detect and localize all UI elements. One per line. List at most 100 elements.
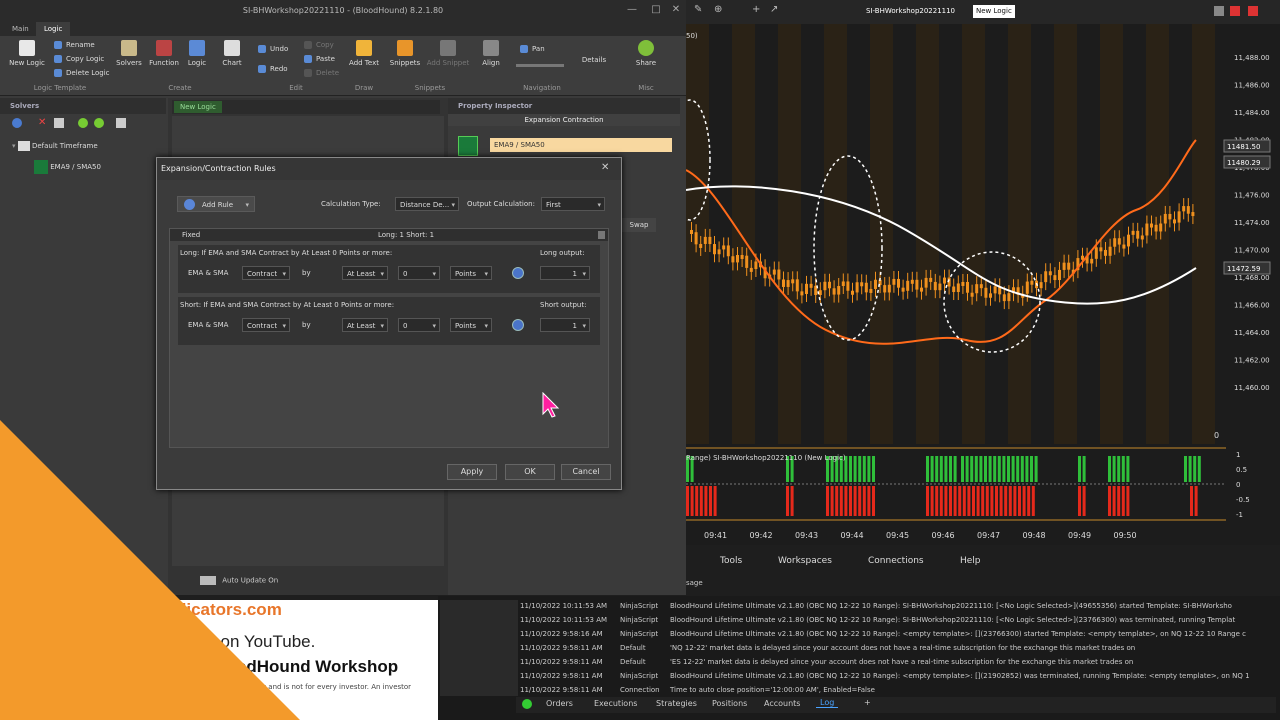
- crosshair-icon[interactable]: +: [752, 4, 760, 15]
- add-text-button[interactable]: Add Text: [346, 40, 382, 67]
- delete-logic-button[interactable]: Delete Logic: [54, 66, 110, 80]
- chart-button[interactable]: Chart: [218, 40, 246, 67]
- pan-button[interactable]: Pan: [520, 42, 545, 56]
- long-output-stepper[interactable]: 1: [540, 266, 590, 281]
- go-icon[interactable]: [512, 267, 524, 279]
- swap-button[interactable]: Swap: [622, 218, 656, 232]
- tab-executions[interactable]: Executions: [594, 699, 637, 708]
- tab-main[interactable]: Main: [4, 22, 37, 36]
- short-cmp-select[interactable]: At Least: [342, 318, 388, 333]
- tab-positions[interactable]: Positions: [712, 699, 747, 708]
- tab-log[interactable]: Log: [816, 698, 839, 708]
- signal-bar-short: [690, 486, 694, 516]
- price-chart[interactable]: 11,488.0011,486.0011,484.0011,482.0011,4…: [669, 0, 1280, 545]
- add-rule-button[interactable]: Add Rule ▾: [177, 196, 255, 212]
- add-tab-button[interactable]: +: [864, 698, 871, 707]
- time-label: 09:41: [704, 531, 727, 540]
- long-cmp-select[interactable]: At Least: [342, 266, 388, 281]
- session-band: [1192, 24, 1215, 444]
- short-mode-select[interactable]: Contract: [242, 318, 290, 333]
- add-snippet-button[interactable]: Add Snippet: [426, 40, 470, 67]
- trash-icon[interactable]: [598, 231, 605, 239]
- add-solver-icon[interactable]: [12, 118, 22, 128]
- minimize-icon[interactable]: [1214, 6, 1224, 16]
- candle-body: [740, 254, 744, 259]
- move-up-icon[interactable]: [78, 118, 88, 128]
- ok-button[interactable]: OK: [505, 464, 555, 480]
- minimize-icon[interactable]: —: [622, 4, 642, 15]
- menu-connections[interactable]: Connections: [868, 556, 924, 566]
- solvers-button[interactable]: Solvers: [114, 40, 144, 67]
- tab-logic[interactable]: Logic: [36, 22, 71, 36]
- draw-icon[interactable]: ↗: [770, 4, 778, 15]
- candle-body: [855, 282, 859, 293]
- signal-bar-short: [958, 486, 962, 516]
- long-mode-select[interactable]: Contract: [242, 266, 290, 281]
- paste-button[interactable]: Paste: [304, 52, 335, 66]
- tab-accounts[interactable]: Accounts: [764, 699, 800, 708]
- menu-workspaces[interactable]: Workspaces: [778, 556, 832, 566]
- close-icon[interactable]: ✕: [666, 4, 686, 15]
- undo-button[interactable]: Undo: [258, 42, 288, 56]
- logic-button[interactable]: Logic: [184, 40, 210, 67]
- dialog-close-icon[interactable]: ✕: [601, 162, 609, 173]
- price-label: 11,484.00: [1234, 109, 1270, 117]
- tab-new-logic[interactable]: New Logic: [174, 101, 222, 113]
- solver-name-field[interactable]: EMA9 / SMA50: [490, 138, 672, 152]
- short-unit-select[interactable]: Points: [450, 318, 492, 333]
- long-unit-select[interactable]: Points: [450, 266, 492, 281]
- delete-button[interactable]: Delete: [304, 66, 339, 80]
- long-output-label: Long output:: [540, 249, 585, 257]
- rename-button[interactable]: Rename: [54, 38, 95, 52]
- pencil-icon[interactable]: ✎: [694, 4, 702, 15]
- copy-logic-button[interactable]: Copy Logic: [54, 52, 104, 66]
- output-calc-select[interactable]: First: [541, 197, 605, 212]
- menu-help[interactable]: Help: [960, 556, 981, 566]
- move-down-icon[interactable]: [94, 118, 104, 128]
- delete-solver-icon[interactable]: ✕: [38, 118, 46, 128]
- collapse-icon[interactable]: ▾: [12, 142, 16, 150]
- signal-bar-long: [926, 456, 929, 482]
- signal-bar-long: [867, 456, 871, 482]
- apply-button[interactable]: Apply: [447, 464, 497, 480]
- settings-icon[interactable]: [116, 118, 126, 128]
- signal-bar-long: [1121, 456, 1125, 482]
- snippets-button[interactable]: Snippets: [388, 40, 422, 67]
- short-amount-input[interactable]: 0: [398, 318, 440, 333]
- tab-strategies[interactable]: Strategies: [656, 699, 697, 708]
- tab-orders[interactable]: Orders: [546, 699, 573, 708]
- signal-bar-short: [990, 486, 994, 516]
- long-amount-input[interactable]: 0: [398, 266, 440, 281]
- copy-solver-icon[interactable]: [54, 118, 64, 128]
- align-button[interactable]: Align: [478, 40, 504, 67]
- candle-body: [699, 243, 703, 248]
- signal-bar-short: [967, 486, 971, 516]
- details-button[interactable]: Details: [580, 56, 608, 64]
- close-icon[interactable]: [1248, 6, 1258, 16]
- maximize-icon[interactable]: [1230, 6, 1240, 16]
- candle-body: [832, 288, 836, 295]
- group-edit: Edit: [289, 84, 303, 92]
- signal-bar-short: [1018, 486, 1021, 516]
- calc-type-select[interactable]: Distance De...: [395, 197, 459, 212]
- share-button[interactable]: Share: [632, 40, 660, 67]
- menu-tools[interactable]: Tools: [720, 556, 742, 566]
- new-logic-button[interactable]: New Logic: [8, 40, 46, 67]
- candle-body: [1154, 224, 1158, 232]
- maximize-icon[interactable]: □: [646, 4, 666, 15]
- cancel-button[interactable]: Cancel: [561, 464, 611, 480]
- zoom-slider[interactable]: [516, 64, 564, 67]
- tree-root[interactable]: ▾ Default Timeframe: [12, 140, 98, 152]
- copy-button[interactable]: Copy: [304, 38, 334, 52]
- go-icon[interactable]: [512, 319, 524, 331]
- function-button[interactable]: Function: [148, 40, 180, 67]
- logic-tag[interactable]: New Logic: [973, 5, 1015, 18]
- signal-bar-long: [953, 456, 957, 482]
- chart-canvas[interactable]: 11,488.0011,486.0011,484.0011,482.0011,4…: [669, 0, 1280, 545]
- redo-button[interactable]: Redo: [258, 62, 288, 76]
- signal-bar-long: [1020, 456, 1024, 482]
- signal-bar-long: [853, 456, 857, 482]
- zoom-icon[interactable]: ⊕: [714, 4, 722, 15]
- short-output-stepper[interactable]: 1: [540, 318, 590, 333]
- tree-child-ema-sma[interactable]: EMA9 / SMA50: [34, 160, 101, 174]
